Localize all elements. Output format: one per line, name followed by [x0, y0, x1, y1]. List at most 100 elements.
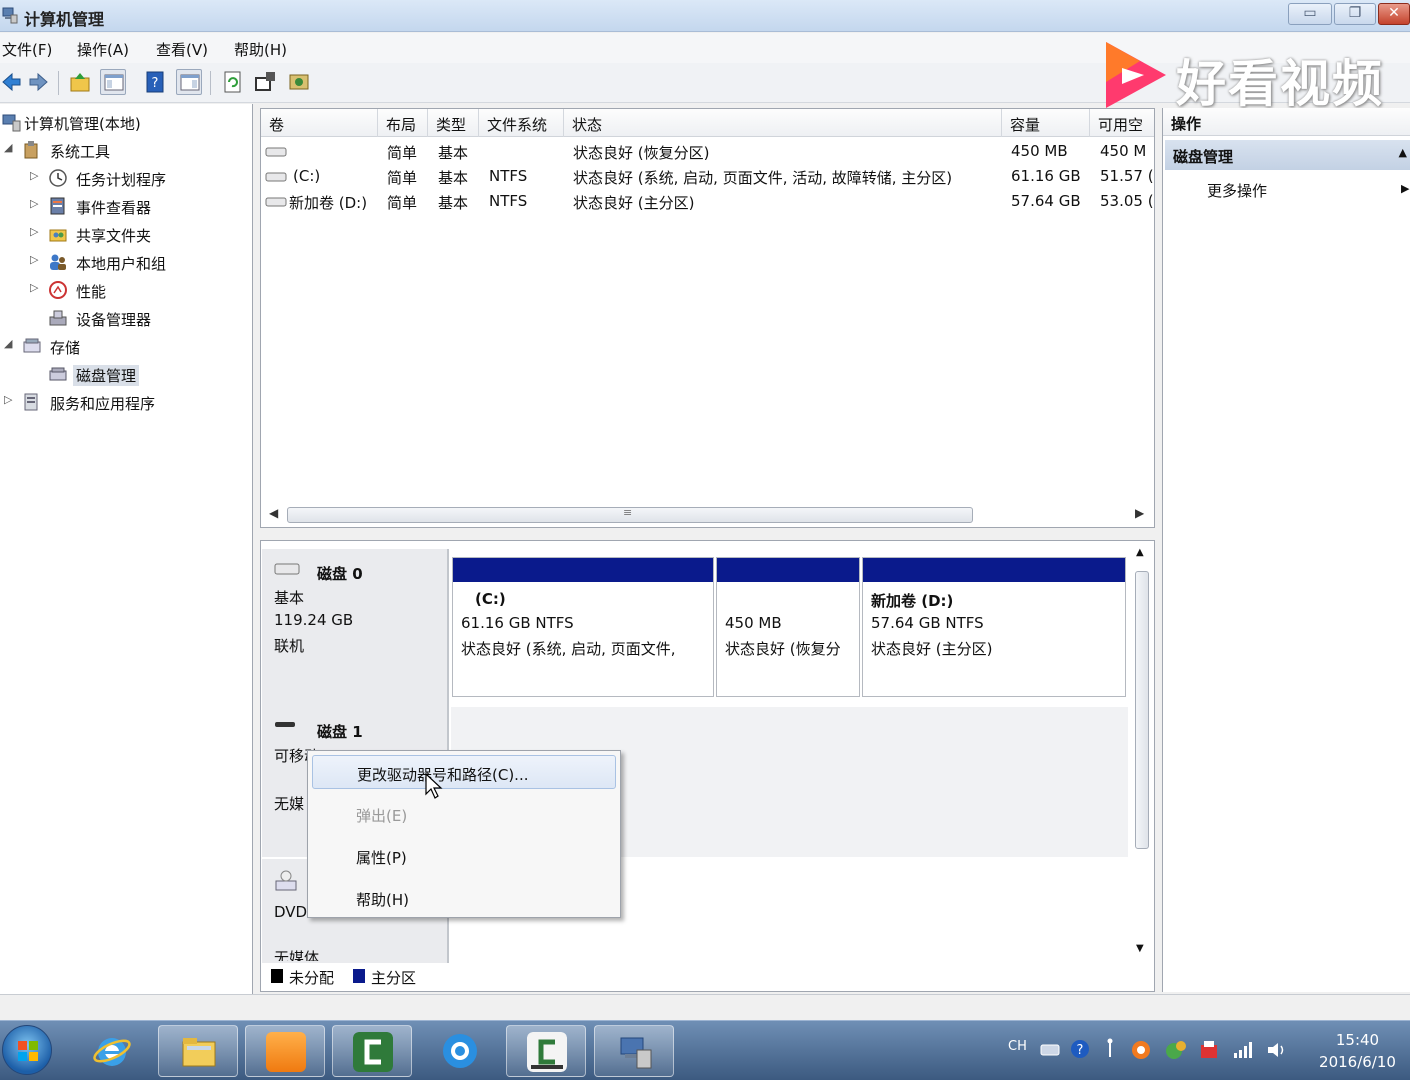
horizontal-scrollbar[interactable]: ◀ ≡ ▶ — [267, 505, 1147, 525]
menu-view[interactable]: 查看(V) — [156, 39, 208, 60]
volume-list: 卷 布局 类型 文件系统 状态 容量 可用空 简单 基本 状态良好 (恢复分区)… — [260, 108, 1155, 528]
disk-tools-icon — [289, 74, 309, 90]
scroll-right-icon[interactable]: ▶ — [1135, 506, 1144, 520]
tree-label: 任务计划程序 — [76, 171, 167, 189]
primary-partition-bar — [863, 558, 1125, 582]
device-manager-icon — [49, 310, 67, 326]
actions-header: 操作 — [1163, 108, 1410, 136]
column-type[interactable]: 类型 — [428, 109, 479, 137]
alert-tray-icon[interactable] — [1198, 1039, 1220, 1061]
vertical-scrollbar[interactable]: ▲ ▼ — [1131, 547, 1153, 957]
more-actions[interactable]: 更多操作 — [1207, 180, 1267, 201]
submenu-arrow-icon: ▶ — [1401, 182, 1410, 195]
disk-action-button[interactable] — [286, 69, 312, 95]
menu-item-properties[interactable]: 属性(P) — [312, 839, 616, 873]
svg-text:?: ? — [1077, 1043, 1084, 1058]
column-volume[interactable]: 卷 — [261, 109, 378, 137]
expanded-arrow-icon: ◢ — [4, 141, 13, 154]
pen-tray-icon[interactable] — [1102, 1037, 1118, 1061]
partition-c[interactable]: (C:) 61.16 GB NTFS 状态良好 (系统, 启动, 页面文件, — [452, 557, 714, 697]
menu-file[interactable]: 文件(F) — [2, 39, 52, 60]
network-signal-icon[interactable] — [1232, 1041, 1254, 1059]
legend-primary: 主分区 — [371, 969, 417, 987]
cell-type: 基本 — [438, 144, 469, 162]
taskbar-app-blue[interactable] — [420, 1025, 500, 1077]
security-tray-icon[interactable] — [1130, 1039, 1152, 1061]
context-menu: 更改驱动器号和路径(C)... 弹出(E) 属性(P) 帮助(H) — [307, 750, 621, 918]
system-clock[interactable]: 15:40 2016/6/10 — [1310, 1029, 1405, 1073]
taskbar: CH ? 15:40 2016/6/10 — [0, 1020, 1410, 1080]
column-capacity[interactable]: 容量 — [1002, 109, 1090, 137]
services-icon — [24, 393, 38, 411]
partition-size: 61.16 GB NTFS — [461, 614, 574, 632]
column-free-space[interactable]: 可用空 — [1090, 109, 1154, 137]
maximize-icon: ❐ — [1348, 5, 1362, 21]
maximize-button[interactable]: ❐ — [1334, 3, 1376, 25]
menu-item-help[interactable]: 帮助(H) — [312, 881, 616, 915]
up-level-button[interactable] — [68, 69, 94, 95]
volume-row[interactable]: 新加卷 (D:) 简单 基本 NTFS 状态良好 (主分区) 57.64 GB … — [261, 189, 1154, 214]
forward-button[interactable] — [24, 69, 50, 95]
clock-date: 2016/6/10 — [1319, 1053, 1396, 1071]
tree-label: 本地用户和组 — [76, 255, 167, 273]
cell-volume: (C:) — [293, 167, 321, 185]
disk-media: 无媒 — [274, 795, 305, 813]
partition-recovery[interactable]: 450 MB 状态良好 (恢复分 — [716, 557, 860, 697]
taskbar-explorer[interactable] — [158, 1025, 238, 1077]
scroll-thumb[interactable] — [1135, 571, 1149, 849]
removable-disk-icon — [275, 722, 295, 727]
taskbar-computer-management[interactable] — [594, 1025, 674, 1077]
tree-label: 共享文件夹 — [76, 227, 152, 245]
show-hide-tree-button[interactable] — [100, 69, 126, 95]
legend-unallocated: 未分配 — [289, 969, 335, 987]
actions-section-disk-management[interactable]: 磁盘管理 ▲ — [1165, 140, 1410, 170]
keyboard-icon[interactable] — [1040, 1043, 1060, 1057]
scroll-thumb[interactable]: ≡ — [287, 506, 973, 523]
show-hide-action-pane-button[interactable] — [176, 69, 202, 95]
partition-d[interactable]: 新加卷 (D:) 57.64 GB NTFS 状态良好 (主分区) — [862, 557, 1126, 697]
scroll-down-icon[interactable]: ▼ — [1136, 943, 1144, 954]
help-tray-icon[interactable]: ? — [1070, 1039, 1090, 1059]
cell-layout: 简单 — [387, 194, 418, 212]
folder-up-icon — [70, 73, 90, 92]
menu-action[interactable]: 操作(A) — [77, 39, 129, 60]
disk-name: 磁盘 0 — [317, 565, 363, 583]
properties-button[interactable] — [252, 69, 278, 95]
start-button[interactable] — [2, 1025, 52, 1075]
storage-icon — [23, 338, 41, 353]
expanded-arrow-icon: ◢ — [4, 337, 13, 350]
menu-item-eject[interactable]: 弹出(E) — [312, 797, 616, 831]
users-icon — [50, 254, 66, 270]
scroll-up-icon[interactable]: ▲ — [1136, 547, 1144, 558]
column-filesystem[interactable]: 文件系统 — [479, 109, 564, 137]
back-arrow-icon — [2, 72, 21, 92]
minimize-button[interactable]: ▭ — [1288, 3, 1332, 25]
volume-row[interactable]: (C:) 简单 基本 NTFS 状态良好 (系统, 启动, 页面文件, 活动, … — [261, 164, 1154, 189]
cell-capacity: 61.16 GB — [1011, 167, 1081, 185]
menu-item-change-drive-letter[interactable]: 更改驱动器号和路径(C)... — [312, 755, 616, 789]
ime-indicator[interactable]: CH — [1008, 1039, 1027, 1054]
cell-free: 51.57 ( — [1100, 167, 1154, 185]
console-tree-icon — [104, 74, 124, 91]
sync-tray-icon[interactable] — [1164, 1039, 1188, 1061]
menu-help[interactable]: 帮助(H) — [234, 39, 287, 60]
minimize-icon: ▭ — [1303, 5, 1317, 21]
taskbar-camtasia-recorder[interactable] — [506, 1025, 586, 1077]
section-label: 磁盘管理 — [1173, 148, 1234, 166]
column-status[interactable]: 状态 — [564, 109, 1002, 137]
volume-icon[interactable] — [1266, 1041, 1288, 1059]
close-button[interactable]: ✕ — [1378, 3, 1410, 25]
scroll-left-icon[interactable]: ◀ — [269, 506, 278, 520]
help-button[interactable]: ? — [142, 69, 168, 95]
taskbar-app-orange[interactable] — [245, 1025, 325, 1077]
disk-0-label[interactable]: 磁盘 0 基本 119.24 GB 联机 — [262, 549, 449, 707]
taskbar-ie[interactable] — [72, 1025, 152, 1077]
refresh-button[interactable] — [220, 69, 246, 95]
taskbar-camtasia[interactable] — [332, 1025, 412, 1077]
volume-icon — [265, 197, 287, 207]
column-layout[interactable]: 布局 — [378, 109, 428, 137]
back-button[interactable] — [0, 69, 26, 95]
volume-row[interactable]: 简单 基本 状态良好 (恢复分区) 450 MB 450 M — [261, 139, 1154, 164]
dvd-media: 无媒体 — [274, 949, 320, 961]
disk-state: 联机 — [274, 637, 305, 655]
